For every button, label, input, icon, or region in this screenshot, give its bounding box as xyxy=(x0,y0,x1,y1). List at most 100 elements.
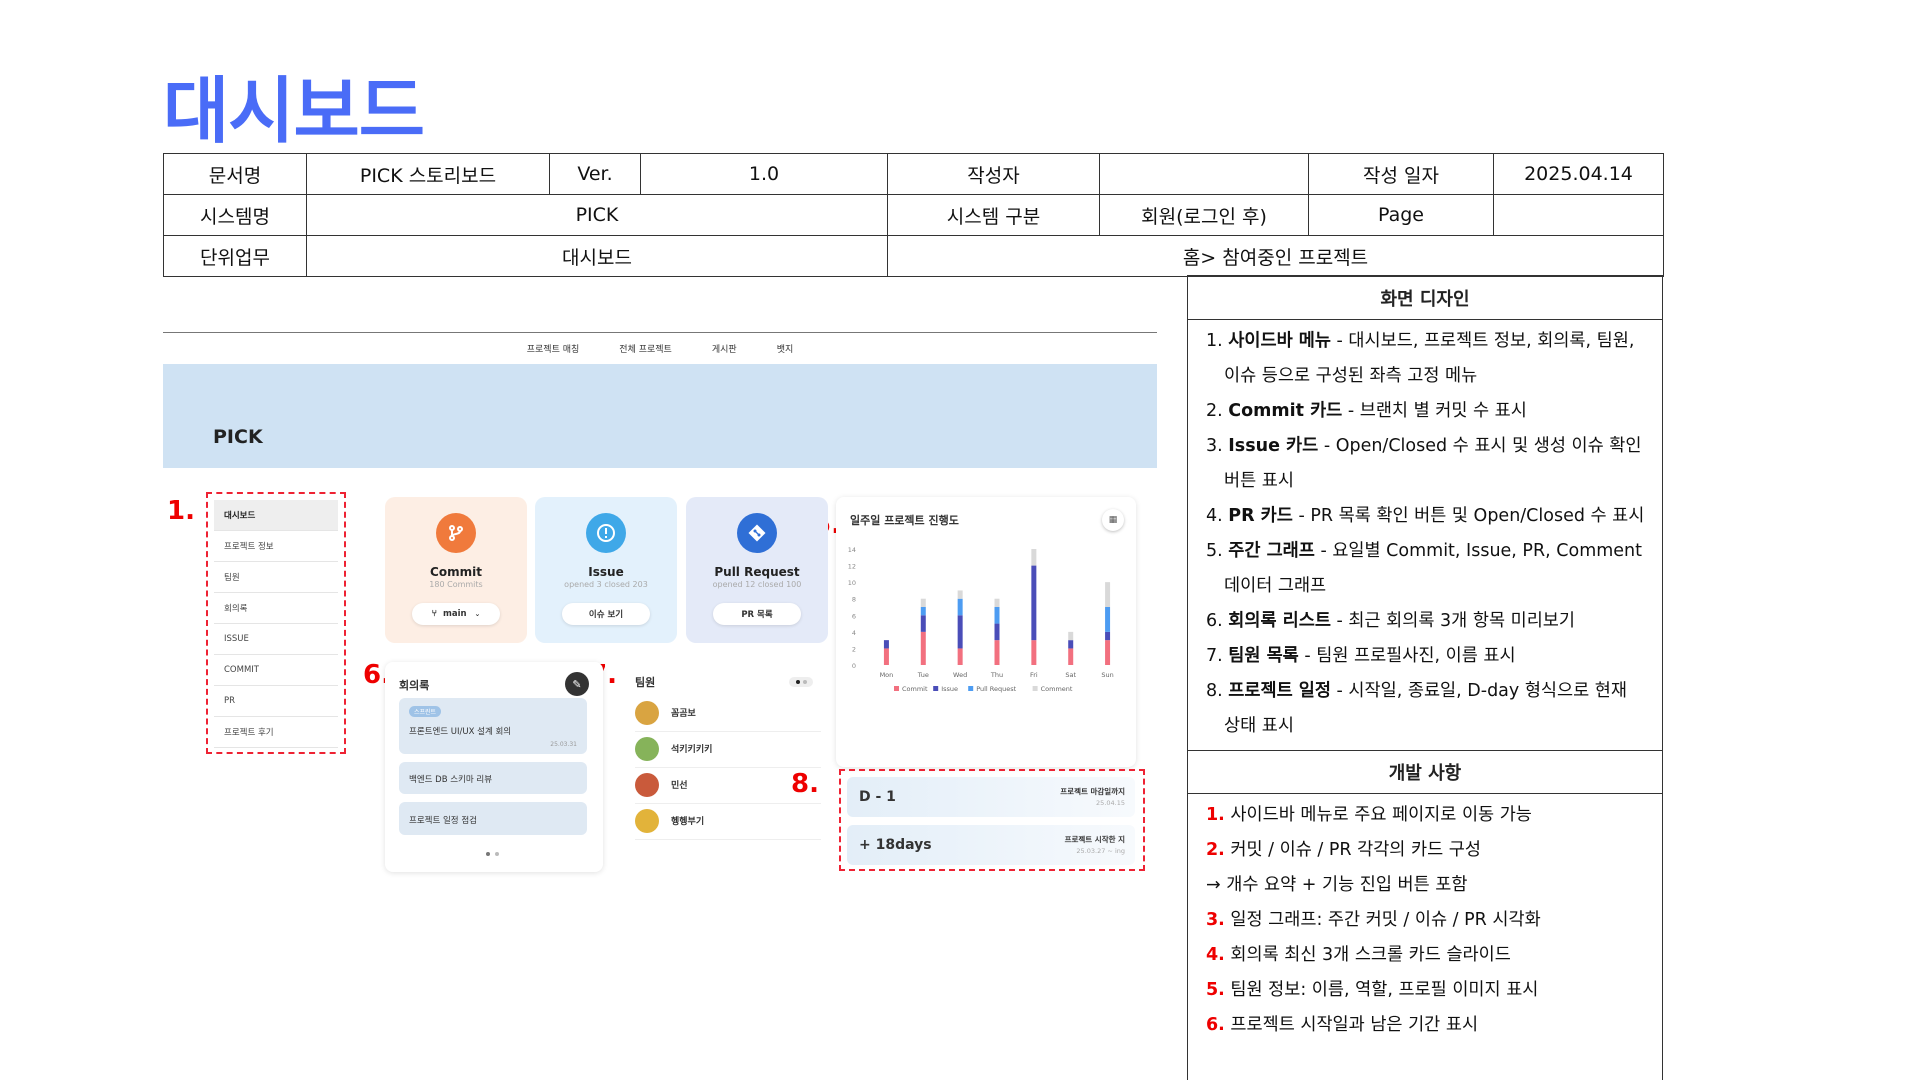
dev-item-text: 회의록 최신 3개 스크롤 카드 슬라이드 xyxy=(1224,945,1511,965)
team-member[interactable]: 꼼곰보 xyxy=(635,694,821,732)
legend-swatch xyxy=(894,686,899,691)
design-item-title: PR 카드 xyxy=(1228,506,1293,526)
since-date: 25.03.27 ~ ing xyxy=(1076,847,1125,855)
dev-item-number: 1. xyxy=(1206,805,1225,825)
sidebar-item[interactable]: 팀원 xyxy=(214,562,338,593)
carousel-dots[interactable] xyxy=(486,852,499,856)
date-label: 작성 일자 xyxy=(1308,153,1494,195)
meeting-item-title: 백엔드 DB 스키마 리뷰 xyxy=(409,775,493,785)
nav-item-board[interactable]: 게시판 xyxy=(712,342,737,355)
page-title: 대시보드 xyxy=(163,69,425,153)
dev-item-number: 2. xyxy=(1206,840,1225,860)
design-item-number: 6. xyxy=(1206,611,1223,631)
y-tick-label: 4 xyxy=(852,629,856,637)
bar-segment xyxy=(957,598,963,616)
meeting-item[interactable]: 백엔드 DB 스키마 리뷰 xyxy=(399,762,587,794)
x-tick-label: Tue xyxy=(917,671,929,679)
legend-label: Comment xyxy=(1041,685,1073,693)
y-tick-label: 12 xyxy=(848,563,856,571)
git-icon xyxy=(737,513,777,553)
design-item-text: - 대시보드, 프로젝트 정보, 회의록, 팀원, xyxy=(1330,331,1635,351)
dday-value: D - 1 xyxy=(859,789,896,805)
sidebar-item[interactable]: 회의록 xyxy=(214,593,338,624)
document-info-table: 문서명 PICK 스토리보드 Ver. 1.0 작성자 작성 일자 2025.0… xyxy=(163,153,1664,277)
bar-segment xyxy=(920,631,926,665)
chevron-down-icon: ⌄ xyxy=(474,610,481,618)
design-item-number: 4. xyxy=(1206,506,1223,526)
author-value xyxy=(1099,153,1309,195)
design-item-title: Commit 카드 xyxy=(1228,401,1343,421)
design-item: 8. 프로젝트 일정 - 시작일, 종료일, D-day 형식으로 현재 상태 표… xyxy=(1206,674,1652,744)
doc-name-label: 문서명 xyxy=(163,153,307,195)
team-member[interactable]: 석키키키키 xyxy=(635,730,821,768)
design-item-number: 2. xyxy=(1206,401,1223,421)
system-name-label: 시스템명 xyxy=(163,194,307,236)
design-item-title: 팀원 목록 xyxy=(1228,646,1299,666)
design-panel-title: 화면 디자인 xyxy=(1188,276,1662,320)
bar-segment xyxy=(994,598,1000,607)
dev-item-text: 팀원 정보: 이름, 역할, 프로필 이미지 표시 xyxy=(1224,980,1539,1000)
sidebar-item[interactable]: 프로젝트 정보 xyxy=(214,531,338,562)
bar-segment xyxy=(1031,565,1037,641)
bar-segment xyxy=(1105,582,1111,607)
pencil-icon[interactable]: ✎ xyxy=(565,672,589,696)
bar-segment xyxy=(1105,640,1111,665)
design-item-continuation: 이슈 등으로 구성된 좌측 고정 메뉴 xyxy=(1224,366,1478,386)
y-tick-label: 10 xyxy=(848,579,856,587)
design-item: 6. 회의록 리스트 - 최근 회의록 3개 항목 미리보기 xyxy=(1206,604,1652,639)
system-type-value: 회원(로그인 후) xyxy=(1099,194,1309,236)
meeting-item-title: 프론트엔드 UI/UX 설계 회의 xyxy=(409,727,512,737)
team-member-name: 석키키키키 xyxy=(671,745,713,755)
commit-count: 180 Commits xyxy=(429,580,483,589)
design-item-title: 사이드바 메뉴 xyxy=(1228,331,1331,351)
team-member[interactable]: 헹헹부기 xyxy=(635,802,821,840)
design-item: 2. Commit 카드 - 브랜치 별 커밋 수 표시 xyxy=(1206,394,1652,429)
bar-segment xyxy=(957,590,963,599)
team-toggle[interactable] xyxy=(789,677,813,687)
bar-segment xyxy=(1031,640,1037,665)
y-tick-label: 14 xyxy=(848,546,856,554)
dev-item-text: → 개수 요약 + 기능 진입 버튼 포함 xyxy=(1206,875,1468,895)
bar-segment xyxy=(1068,648,1074,665)
hero-title: PICK xyxy=(213,426,263,448)
view-issues-button[interactable]: 이슈 보기 xyxy=(562,603,650,625)
meeting-item[interactable]: 프로젝트 일정 점검 xyxy=(399,802,587,835)
nav-item-all-projects[interactable]: 전체 프로젝트 xyxy=(619,342,672,355)
weekly-chart-card: 일주일 프로젝트 진행도 ▦ 0 2 4 6 8 10 12 14 Mon Tue Wed Thu Fr… xyxy=(836,497,1136,767)
sidebar-item[interactable]: ISSUE xyxy=(214,624,338,655)
avatar xyxy=(635,808,659,833)
version-label: Ver. xyxy=(549,153,641,195)
unit-task-value: 대시보드 xyxy=(306,235,888,277)
y-tick-label: 6 xyxy=(852,612,856,620)
design-list: 1. 사이드바 메뉴 - 대시보드, 프로젝트 정보, 회의록, 팀원, 이슈 등… xyxy=(1188,320,1662,750)
bar-segment xyxy=(920,615,926,632)
pr-list-button[interactable]: PR 목록 xyxy=(713,603,801,625)
meeting-item-title: 프로젝트 일정 점검 xyxy=(409,816,477,826)
sidebar-item[interactable]: 프로젝트 후기 xyxy=(214,717,338,748)
nav-item-matching[interactable]: 프로젝트 매칭 xyxy=(527,342,580,355)
design-item-number: 8. xyxy=(1206,681,1223,701)
issue-card: Issue opened 3 closed 203 이슈 보기 xyxy=(535,497,677,643)
meeting-title: 회의록 xyxy=(399,679,430,692)
nav-item-badge[interactable]: 뱃지 xyxy=(777,342,794,355)
team-member[interactable]: 민선 xyxy=(635,766,821,804)
dev-panel-title: 개발 사항 xyxy=(1188,750,1662,794)
sidebar-item[interactable]: COMMIT xyxy=(214,655,338,686)
meeting-notes-card: 회의록 ✎ 스프린트 프론트엔드 UI/UX 설계 회의 25.03.31 백엔… xyxy=(385,662,603,872)
legend-label: Issue xyxy=(941,685,958,693)
bar-segment xyxy=(1105,607,1111,632)
design-item-text: - PR 목록 확인 버튼 및 Open/Closed 수 표시 xyxy=(1292,506,1645,526)
branch-select[interactable]: ⑂ main ⌄ xyxy=(412,603,500,625)
bar-segment xyxy=(883,640,889,649)
design-item: 1. 사이드바 메뉴 - 대시보드, 프로젝트 정보, 회의록, 팀원, 이슈 등… xyxy=(1206,324,1652,394)
system-name-value: PICK xyxy=(306,194,888,236)
sidebar-item[interactable]: 대시보드 xyxy=(214,500,338,531)
branch-icon xyxy=(436,513,476,553)
y-tick-label: 0 xyxy=(852,662,856,670)
bar-segment xyxy=(1105,631,1111,641)
dev-item: 2. 커밋 / 이슈 / PR 각각의 카드 구성 xyxy=(1206,833,1652,868)
meeting-item[interactable]: 스프린트 프론트엔드 UI/UX 설계 회의 25.03.31 xyxy=(399,698,587,754)
design-item: 3. Issue 카드 - Open/Closed 수 표시 및 생성 이슈 확… xyxy=(1206,429,1652,499)
bar-segment xyxy=(1068,640,1074,649)
sidebar-item[interactable]: PR xyxy=(214,686,338,717)
